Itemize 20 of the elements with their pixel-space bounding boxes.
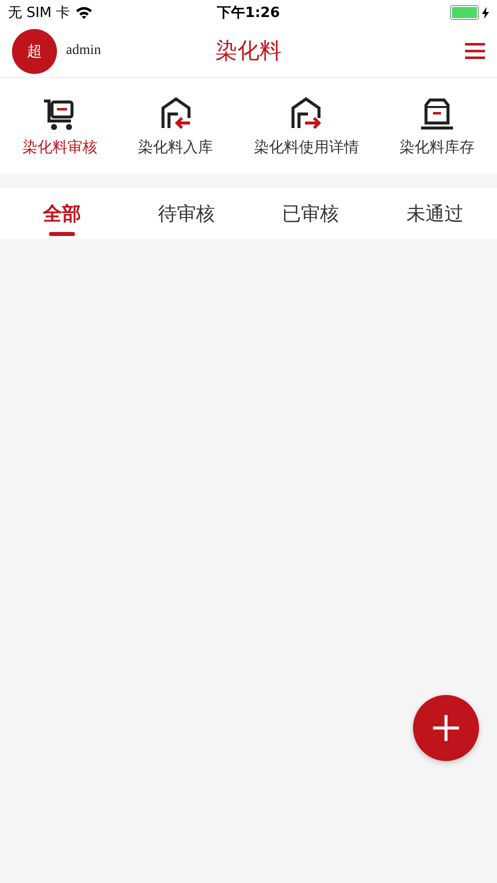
clock-text: 下午1:26: [216, 4, 281, 22]
tab[interactable]: 待审核: [158, 200, 215, 226]
add-button[interactable]: [413, 695, 479, 761]
shortcut-link[interactable]: 染化料使用详情: [254, 138, 359, 156]
plus-icon: [432, 714, 460, 742]
menu-icon[interactable]: [465, 42, 485, 60]
tab-indicator: [49, 232, 76, 236]
avatar[interactable]: 超: [12, 28, 57, 74]
tab[interactable]: 未通过: [406, 200, 464, 226]
page-title: 染化料: [214, 38, 282, 66]
carrier-text: 无 SIM 卡: [8, 4, 70, 22]
shortcut-link[interactable]: 染化料入库: [138, 138, 214, 156]
tab[interactable]: 已审核: [282, 200, 340, 226]
tab[interactable]: 全部: [43, 200, 82, 226]
username-text: admin: [66, 43, 101, 59]
wifi-icon: [75, 6, 93, 19]
shortcut-link[interactable]: 染化料审核: [22, 138, 98, 156]
charging-icon: [482, 6, 489, 18]
battery-icon: [450, 5, 479, 20]
shortcut-link[interactable]: 染化料库存: [400, 138, 475, 156]
